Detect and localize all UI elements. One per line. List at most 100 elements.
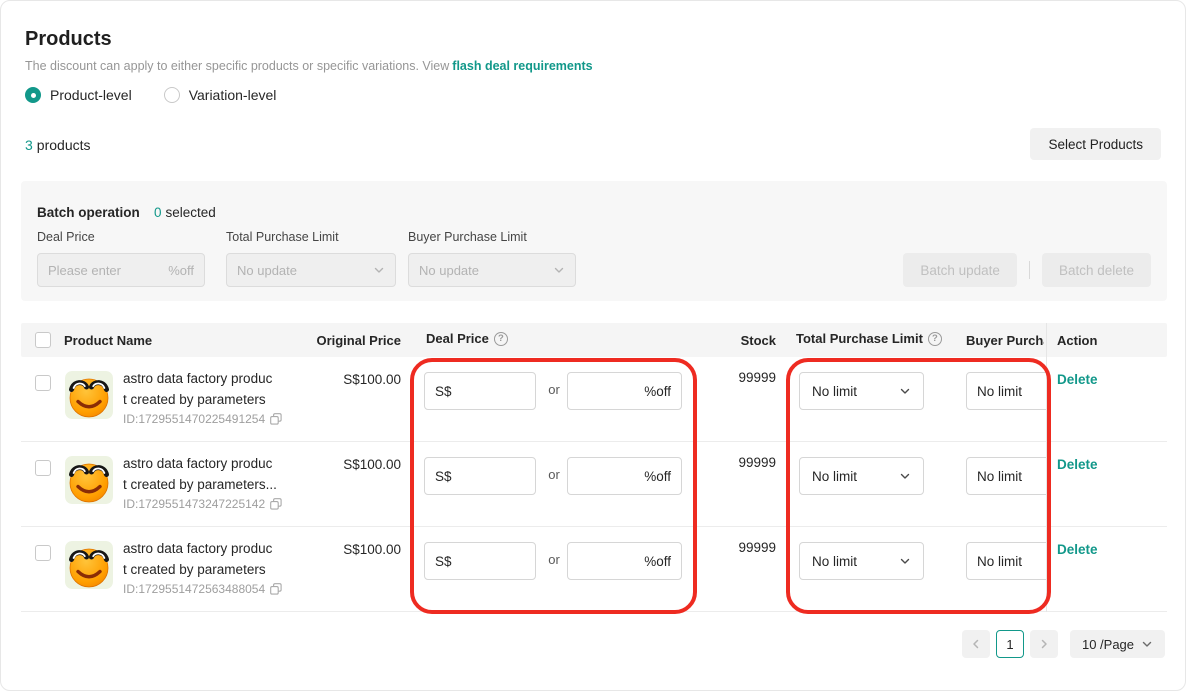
col-action: Action — [1057, 333, 1097, 348]
original-price: S$100.00 — [295, 542, 401, 557]
batch-total-limit-label: Total Purchase Limit — [226, 230, 339, 244]
batch-operation-panel: Batch operation 0selected Deal Price Tot… — [21, 181, 1167, 301]
table-row: astro data factory produc t created by p… — [21, 527, 1167, 612]
batch-total-limit-select[interactable]: No update — [226, 253, 396, 287]
product-count-label: products — [37, 137, 91, 153]
radio-selected-icon[interactable] — [25, 87, 41, 103]
row-checkbox[interactable] — [35, 545, 51, 561]
total-purchase-limit-select[interactable]: No limit — [799, 372, 924, 410]
copy-icon[interactable] — [270, 498, 282, 510]
deal-price-percent-input[interactable]: %off — [567, 372, 682, 410]
page-size-value: 10 /Page — [1082, 637, 1134, 652]
page-subtitle: The discount can apply to either specifi… — [25, 59, 593, 73]
batch-deal-price-input[interactable]: Please enter %off — [37, 253, 205, 287]
batch-selected-count: 0selected — [154, 205, 216, 220]
percent-suffix: %off — [644, 384, 671, 399]
product-image — [65, 456, 113, 504]
select-products-button[interactable]: Select Products — [1030, 128, 1161, 160]
products-table: Product Name Original Price Deal Price ?… — [21, 323, 1167, 612]
original-price: S$100.00 — [295, 372, 401, 387]
total-purchase-limit-select[interactable]: No limit — [799, 457, 924, 495]
batch-buyer-limit-select[interactable]: No update — [408, 253, 576, 287]
subtitle-text: The discount can apply to either specifi… — [25, 59, 449, 73]
product-count-number: 3 — [25, 137, 33, 153]
product-name-line2: t created by parameters... — [123, 474, 282, 495]
buyer-purchase-limit-input[interactable]: No limit — [966, 457, 1046, 495]
table-body: astro data factory produc t created by p… — [21, 357, 1167, 612]
product-id-text: ID:1729551473247225142 — [123, 497, 265, 511]
page-size-select[interactable]: 10 /Page — [1070, 630, 1165, 658]
delete-link[interactable]: Delete — [1057, 542, 1098, 557]
original-price: S$100.00 — [295, 457, 401, 472]
or-label: or — [540, 382, 568, 397]
buyer-purchase-limit-value: No limit — [977, 554, 1022, 569]
batch-update-button[interactable]: Batch update — [903, 253, 1017, 287]
product-info: astro data factory produc t created by p… — [123, 538, 282, 596]
product-name-line2: t created by parameters — [123, 389, 282, 410]
chevron-down-icon — [899, 470, 911, 482]
batch-buttons: Batch update Batch delete — [903, 253, 1151, 287]
action-column-divider — [1046, 323, 1047, 612]
col-original-price: Original Price — [295, 333, 401, 348]
batch-delete-button[interactable]: Batch delete — [1042, 253, 1151, 287]
radio-variation-level[interactable]: Variation-level — [164, 87, 277, 103]
total-purchase-limit-value: No limit — [812, 469, 857, 484]
table-row: astro data factory produc t created by p… — [21, 357, 1167, 442]
chevron-down-icon — [899, 385, 911, 397]
product-id: ID:1729551473247225142 — [123, 497, 282, 511]
radio-unselected-icon[interactable] — [164, 87, 180, 103]
currency-prefix: S$ — [435, 384, 452, 399]
currency-prefix: S$ — [435, 554, 452, 569]
deal-price-percent-input[interactable]: %off — [567, 542, 682, 580]
deal-price-currency-input[interactable]: S$ — [424, 372, 536, 410]
stock-value: 99999 — [706, 540, 776, 555]
delete-link[interactable]: Delete — [1057, 372, 1098, 387]
product-id: ID:1729551470225491254 — [123, 412, 282, 426]
help-icon[interactable]: ? — [928, 332, 942, 346]
batch-total-limit-value: No update — [237, 263, 297, 278]
row-checkbox[interactable] — [35, 460, 51, 476]
level-radio-group: Product-level Variation-level — [25, 87, 276, 103]
prev-page-button[interactable] — [962, 630, 990, 658]
total-purchase-limit-value: No limit — [812, 384, 857, 399]
batch-deal-price-suffix: %off — [168, 263, 194, 278]
chevron-down-icon — [373, 264, 385, 276]
total-purchase-limit-select[interactable]: No limit — [799, 542, 924, 580]
copy-icon[interactable] — [270, 413, 282, 425]
deal-price-percent-input[interactable]: %off — [567, 457, 682, 495]
buyer-purchase-limit-input[interactable]: No limit — [966, 542, 1046, 580]
row-checkbox[interactable] — [35, 375, 51, 391]
deal-price-currency-input[interactable]: S$ — [424, 542, 536, 580]
buyer-purchase-limit-cell: No limit — [966, 457, 1046, 495]
chevron-down-icon — [1141, 638, 1153, 650]
deal-price-currency-input[interactable]: S$ — [424, 457, 536, 495]
next-page-button[interactable] — [1030, 630, 1058, 658]
current-page-button[interactable]: 1 — [996, 630, 1024, 658]
buyer-purchase-limit-cell: No limit — [966, 372, 1046, 410]
col-deal-price-label: Deal Price — [426, 331, 489, 346]
delete-link[interactable]: Delete — [1057, 457, 1098, 472]
help-icon[interactable]: ? — [494, 332, 508, 346]
product-id: ID:1729551472563488054 — [123, 582, 282, 596]
radio-variation-level-label: Variation-level — [189, 87, 277, 103]
chevron-down-icon — [899, 555, 911, 567]
or-label: or — [540, 467, 568, 482]
col-buyer-purchase-limit: Buyer Purchase — [966, 333, 1044, 348]
radio-product-level[interactable]: Product-level — [25, 87, 132, 103]
radio-product-level-label: Product-level — [50, 87, 132, 103]
table-row: astro data factory produc t created by p… — [21, 442, 1167, 527]
product-name-line2: t created by parameters — [123, 559, 282, 580]
select-all-checkbox[interactable] — [35, 332, 51, 348]
or-label: or — [540, 552, 568, 567]
buyer-purchase-limit-value: No limit — [977, 384, 1022, 399]
chevron-left-icon — [970, 638, 982, 650]
product-name-line1: astro data factory produc — [123, 368, 282, 389]
total-purchase-limit-value: No limit — [812, 554, 857, 569]
pagination: 1 10 /Page — [962, 630, 1165, 658]
copy-icon[interactable] — [270, 583, 282, 595]
chevron-down-icon — [553, 264, 565, 276]
col-deal-price: Deal Price ? — [426, 331, 508, 346]
buyer-purchase-limit-input[interactable]: No limit — [966, 372, 1046, 410]
flash-deal-requirements-link[interactable]: flash deal requirements — [452, 59, 592, 73]
buyer-purchase-limit-cell: No limit — [966, 542, 1046, 580]
